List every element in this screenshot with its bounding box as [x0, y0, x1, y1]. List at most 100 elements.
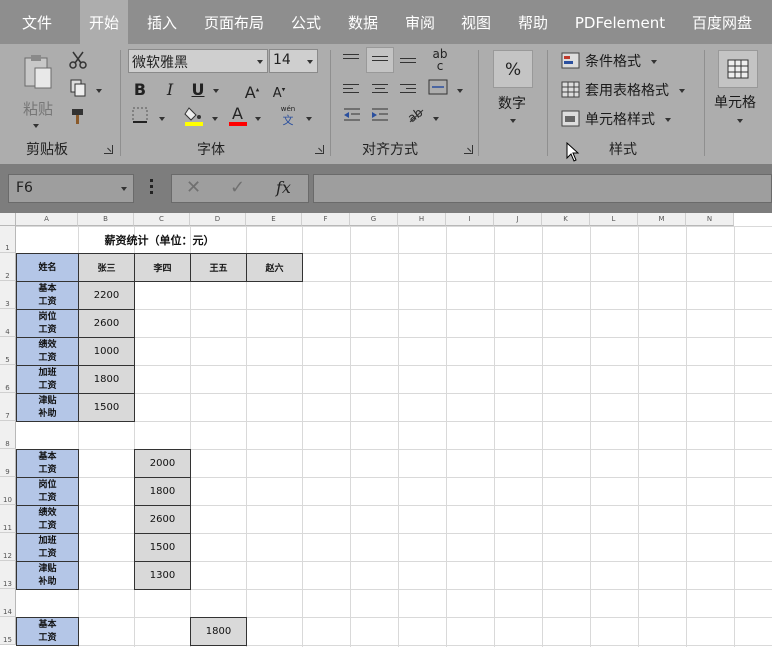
- column-header[interactable]: E: [246, 213, 302, 226]
- value-cell-lisi[interactable]: 2000: [134, 449, 191, 478]
- copy-button[interactable]: [66, 78, 90, 102]
- conditional-format-button[interactable]: 条件格式: [561, 51, 671, 73]
- increase-font-button[interactable]: A▴: [240, 78, 264, 102]
- align-middle-button[interactable]: [366, 47, 394, 73]
- tab-data[interactable]: 数据: [338, 0, 388, 44]
- column-header[interactable]: C: [134, 213, 190, 226]
- decrease-indent-button[interactable]: [340, 106, 364, 130]
- cancel-icon[interactable]: ✕: [186, 177, 201, 198]
- salary-label-cell[interactable]: 绩效 工资: [16, 337, 79, 366]
- row-header[interactable]: 5: [0, 337, 16, 365]
- format-as-table-button[interactable]: 套用表格格式: [561, 80, 691, 102]
- row-header[interactable]: 1: [0, 226, 16, 253]
- name-box[interactable]: F6: [8, 174, 134, 203]
- format-painter-button[interactable]: [66, 106, 90, 130]
- value-cell-lisi[interactable]: 1500: [134, 533, 191, 562]
- chevron-down-icon[interactable]: [212, 117, 218, 121]
- tab-file[interactable]: 文件: [10, 0, 64, 44]
- value-cell-wangwu[interactable]: 1800: [190, 617, 247, 646]
- number-label[interactable]: 数字: [498, 93, 526, 113]
- value-cell-lisi[interactable]: 2600: [134, 505, 191, 534]
- header-cell-person[interactable]: 李四: [134, 253, 191, 282]
- row-header[interactable]: 12: [0, 533, 16, 561]
- row-header[interactable]: 9: [0, 449, 16, 477]
- tab-home[interactable]: 开始: [80, 0, 128, 44]
- salary-label-cell[interactable]: 加班 工资: [16, 533, 79, 562]
- header-cell-name[interactable]: 姓名: [16, 253, 79, 282]
- column-header[interactable]: L: [590, 213, 638, 226]
- font-color-button[interactable]: A: [226, 104, 250, 128]
- value-cell-zhangsan[interactable]: 2200: [78, 281, 135, 310]
- chevron-down-icon[interactable]: [255, 117, 261, 121]
- tab-baidu-netdisk[interactable]: 百度网盘: [684, 0, 760, 44]
- font-name-combo[interactable]: 微软雅黑: [128, 49, 268, 73]
- enter-icon[interactable]: ✓: [230, 177, 245, 198]
- value-cell-lisi[interactable]: 1300: [134, 561, 191, 590]
- cells-label[interactable]: 单元格: [714, 92, 756, 112]
- chevron-down-icon[interactable]: [433, 117, 439, 121]
- row-header[interactable]: 14: [0, 589, 16, 617]
- header-cell-person[interactable]: 张三: [78, 253, 135, 282]
- column-header[interactable]: A: [16, 213, 78, 226]
- tab-pdfelement[interactable]: PDFelement: [570, 0, 670, 44]
- fill-color-button[interactable]: [182, 104, 206, 128]
- value-cell-zhangsan[interactable]: 2600: [78, 309, 135, 338]
- chevron-down-icon[interactable]: [213, 89, 219, 93]
- select-all-corner[interactable]: [0, 213, 16, 226]
- row-header[interactable]: 11: [0, 505, 16, 533]
- wrap-text-button[interactable]: ab c: [428, 48, 452, 72]
- alignment-launcher-icon[interactable]: [464, 145, 473, 154]
- worksheet-grid[interactable]: A B C D E F G H I J K L M N 1 2 3 4 5 6 7 8 9 10 11 12 13 14 15 薪资统计（…: [0, 213, 772, 647]
- align-center-icon[interactable]: [372, 84, 388, 96]
- salary-label-cell[interactable]: 基本 工资: [16, 617, 79, 646]
- insert-function-icon[interactable]: fx: [276, 178, 291, 197]
- column-header[interactable]: N: [686, 213, 734, 226]
- salary-label-cell[interactable]: 绩效 工资: [16, 505, 79, 534]
- column-header[interactable]: I: [446, 213, 494, 226]
- header-cell-person[interactable]: 王五: [190, 253, 247, 282]
- value-cell-zhangsan[interactable]: 1800: [78, 365, 135, 394]
- row-header[interactable]: 7: [0, 393, 16, 421]
- tab-insert[interactable]: 插入: [138, 0, 186, 44]
- salary-label-cell[interactable]: 津贴 补助: [16, 393, 79, 422]
- number-format-button[interactable]: %: [493, 50, 533, 88]
- column-header[interactable]: F: [302, 213, 350, 226]
- value-cell-zhangsan[interactable]: 1000: [78, 337, 135, 366]
- column-header[interactable]: J: [494, 213, 542, 226]
- font-size-combo[interactable]: 14: [269, 49, 318, 73]
- value-cell-lisi[interactable]: 1800: [134, 477, 191, 506]
- column-header[interactable]: M: [638, 213, 686, 226]
- phonetic-button[interactable]: wén 文: [276, 104, 300, 128]
- increase-indent-button[interactable]: [368, 106, 392, 130]
- formula-input[interactable]: [313, 174, 772, 203]
- align-bottom-icon[interactable]: [400, 58, 416, 66]
- chevron-down-icon[interactable]: [306, 117, 312, 121]
- decrease-font-button[interactable]: A▾: [267, 78, 291, 102]
- tab-view[interactable]: 视图: [452, 0, 500, 44]
- column-header[interactable]: K: [542, 213, 590, 226]
- salary-label-cell[interactable]: 津贴 补助: [16, 561, 79, 590]
- tab-formulas[interactable]: 公式: [282, 0, 330, 44]
- row-header[interactable]: 10: [0, 477, 16, 505]
- row-header[interactable]: 13: [0, 561, 16, 589]
- align-top-icon[interactable]: [343, 54, 359, 62]
- salary-label-cell[interactable]: 加班 工资: [16, 365, 79, 394]
- column-header[interactable]: D: [190, 213, 246, 226]
- tab-page-layout[interactable]: 页面布局: [196, 0, 272, 44]
- cell-styles-button[interactable]: 单元格样式: [561, 109, 676, 131]
- bold-button[interactable]: B: [128, 78, 152, 102]
- row-header[interactable]: 2: [0, 253, 16, 281]
- borders-button[interactable]: [128, 106, 152, 130]
- row-header[interactable]: 8: [0, 421, 16, 449]
- column-header[interactable]: G: [350, 213, 398, 226]
- tab-help[interactable]: 帮助: [508, 0, 558, 44]
- row-header[interactable]: 3: [0, 281, 16, 309]
- salary-label-cell[interactable]: 基本 工资: [16, 449, 79, 478]
- merge-center-button[interactable]: [426, 78, 450, 102]
- clipboard-launcher-icon[interactable]: [104, 145, 113, 154]
- chevron-down-icon[interactable]: [96, 89, 102, 93]
- italic-button[interactable]: I: [158, 78, 182, 102]
- sheet-title[interactable]: 薪资统计（单位：元）: [16, 226, 303, 254]
- paste-button[interactable]: 粘贴: [14, 50, 60, 132]
- align-right-icon[interactable]: [400, 84, 416, 96]
